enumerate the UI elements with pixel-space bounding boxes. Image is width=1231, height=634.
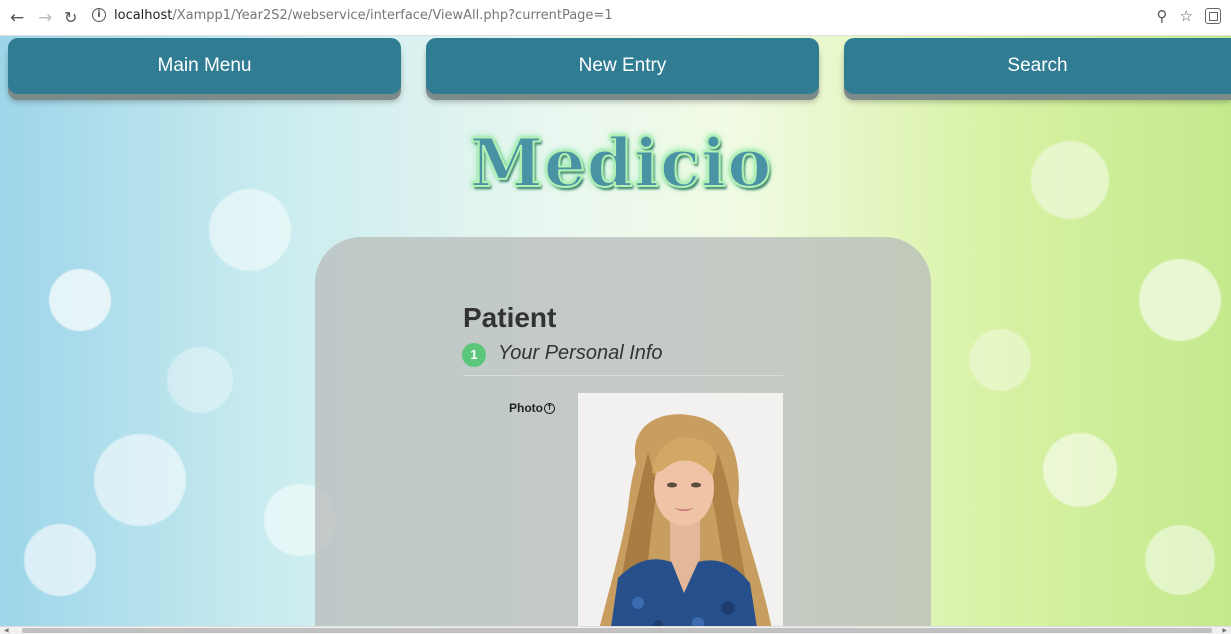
url-path: /Xampp1/Year2S2/webservice/interface/Vie… (172, 8, 613, 23)
url-text[interactable]: localhost/Xampp1/Year2S2/webservice/inte… (114, 8, 613, 23)
forward-arrow-icon[interactable]: → (38, 8, 52, 28)
medicio-logo: Medicio (456, 118, 786, 208)
search-button[interactable]: Search (844, 38, 1231, 94)
reload-icon[interactable]: ↻ (64, 8, 77, 28)
scroll-right-icon[interactable]: ▶ (1222, 627, 1227, 634)
page: ← → ↻ i localhost/Xampp1/Year2S2/webserv… (0, 0, 1231, 634)
upload-icon[interactable]: ↑ (544, 402, 555, 414)
toolbar-actions: ⚲ ☆ (1157, 7, 1221, 25)
scroll-left-icon[interactable]: ◀ (4, 627, 9, 634)
address-bar[interactable]: i localhost/Xampp1/Year2S2/webservice/in… (88, 5, 1158, 29)
card-title: Patient (463, 302, 557, 333)
extension-icon[interactable] (1205, 8, 1221, 24)
info-icon[interactable]: i (92, 8, 106, 22)
scrollbar-thumb[interactable] (22, 628, 1212, 633)
section-divider (463, 375, 783, 376)
horizontal-scrollbar[interactable]: ◀ ▶ (0, 626, 1231, 634)
url-host: localhost (114, 8, 173, 23)
main-menu-label: Main Menu (157, 55, 252, 76)
logo-text: Medicio (469, 123, 773, 203)
photo-label: Photo ↑ (509, 401, 555, 415)
step-label: Your Personal Info (498, 342, 663, 364)
patient-photo (578, 393, 783, 634)
main-menu-button[interactable]: Main Menu (8, 38, 401, 94)
search-label: Search (1007, 55, 1068, 76)
new-entry-button[interactable]: New Entry (426, 38, 819, 94)
browser-toolbar: ← → ↻ i localhost/Xampp1/Year2S2/webserv… (0, 0, 1231, 36)
back-arrow-icon[interactable]: ← (10, 8, 24, 28)
zoom-icon[interactable]: ⚲ (1157, 7, 1168, 25)
photo-label-text: Photo (509, 401, 543, 415)
new-entry-label: New Entry (578, 55, 667, 76)
star-icon[interactable]: ☆ (1180, 7, 1193, 25)
patient-photo-illustration (578, 393, 783, 634)
step-number-badge: 1 (462, 343, 486, 367)
